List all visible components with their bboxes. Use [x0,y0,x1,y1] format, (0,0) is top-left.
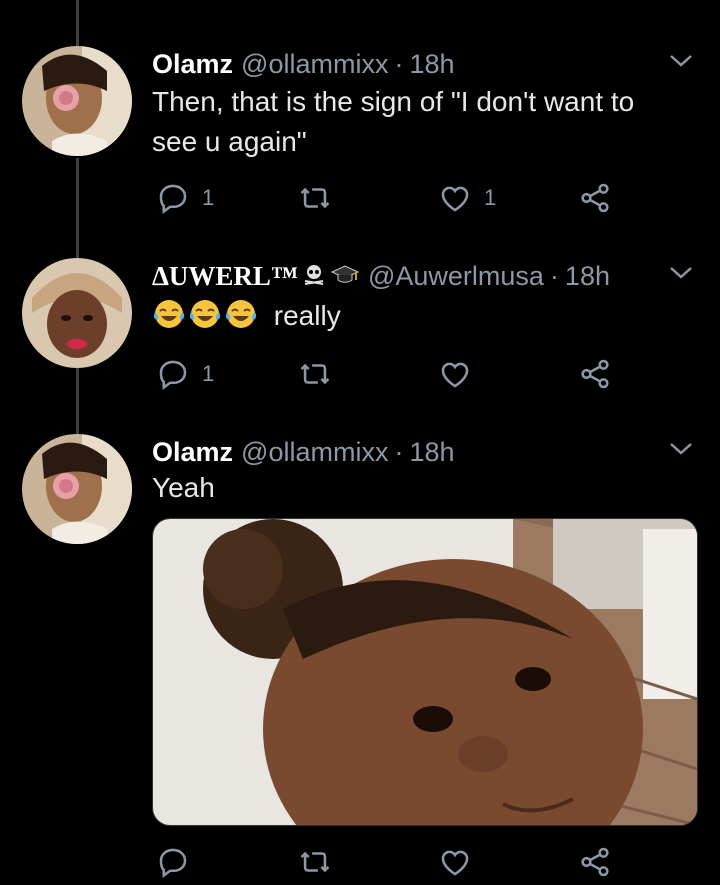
retweet-icon [300,187,330,209]
timestamp[interactable]: 18h [565,261,610,292]
reply-icon [159,360,187,390]
tears-of-joy-emoji [189,300,221,328]
share-button[interactable] [578,842,612,882]
action-bar [150,842,670,882]
chevron-down-icon[interactable] [668,52,694,70]
author-handle[interactable]: @Auwerlmusa [368,261,544,292]
heart-icon [441,850,469,876]
tweet[interactable]: Olamz @ollammixx · 18h Yeah [0,432,720,885]
reply-count: 1 [202,185,215,210]
separator: · [549,260,559,291]
author-name[interactable]: Olamz [152,49,233,80]
like-button[interactable]: 1 [438,178,496,218]
retweet-icon [300,363,330,385]
retweet-icon [300,851,330,873]
like-button[interactable] [438,842,484,882]
avatar[interactable] [22,46,132,156]
heart-icon [441,362,469,388]
share-icon [581,359,609,389]
avatar[interactable] [22,434,132,544]
share-button[interactable] [578,354,612,394]
tweet[interactable]: ΔUWERL™ @Auwerlmusa · 18h really 1 [0,256,720,396]
author-name[interactable]: ΔUWERL™ [152,261,298,292]
tweet-text-row: really [152,296,341,336]
retweet-button[interactable] [298,178,344,218]
chevron-down-icon[interactable] [668,264,694,282]
tweet-photo[interactable] [152,518,698,826]
separator: · [394,48,404,79]
timestamp[interactable]: 18h [409,437,454,468]
author-name[interactable]: Olamz [152,437,233,468]
graduation-cap-icon [330,261,360,292]
skull-icon [302,261,326,292]
author-handle[interactable]: @ollammixx [241,437,388,468]
action-bar: 1 [150,354,670,394]
reply-button[interactable] [156,842,202,882]
like-button[interactable] [438,354,484,394]
heart-icon [441,186,469,212]
timestamp[interactable]: 18h [409,49,454,80]
tweet-text: Then, that is the sign of "I don't want … [152,86,635,157]
share-icon [581,847,609,877]
reply-icon [159,848,187,878]
reply-button[interactable]: 1 [156,178,214,218]
reply-count: 1 [202,361,215,386]
thread-line [76,0,79,46]
tweet[interactable]: Olamz @ollammixx · 18h Then, that is the… [0,44,720,224]
retweet-button[interactable] [298,842,344,882]
author-handle[interactable]: @ollammixx [241,49,388,80]
reply-icon [159,184,187,214]
tweet-text: Yeah [152,472,215,503]
tears-of-joy-emoji [225,300,257,328]
tweet-text: really [273,300,341,331]
action-bar: 1 1 [150,178,670,218]
avatar[interactable] [22,258,132,368]
reply-button[interactable]: 1 [156,354,214,394]
share-icon [581,183,609,213]
chevron-down-icon[interactable] [668,440,694,458]
separator: · [394,436,404,467]
retweet-button[interactable] [298,354,344,394]
share-button[interactable] [578,178,612,218]
like-count: 1 [484,185,497,210]
tears-of-joy-emoji [153,300,185,328]
